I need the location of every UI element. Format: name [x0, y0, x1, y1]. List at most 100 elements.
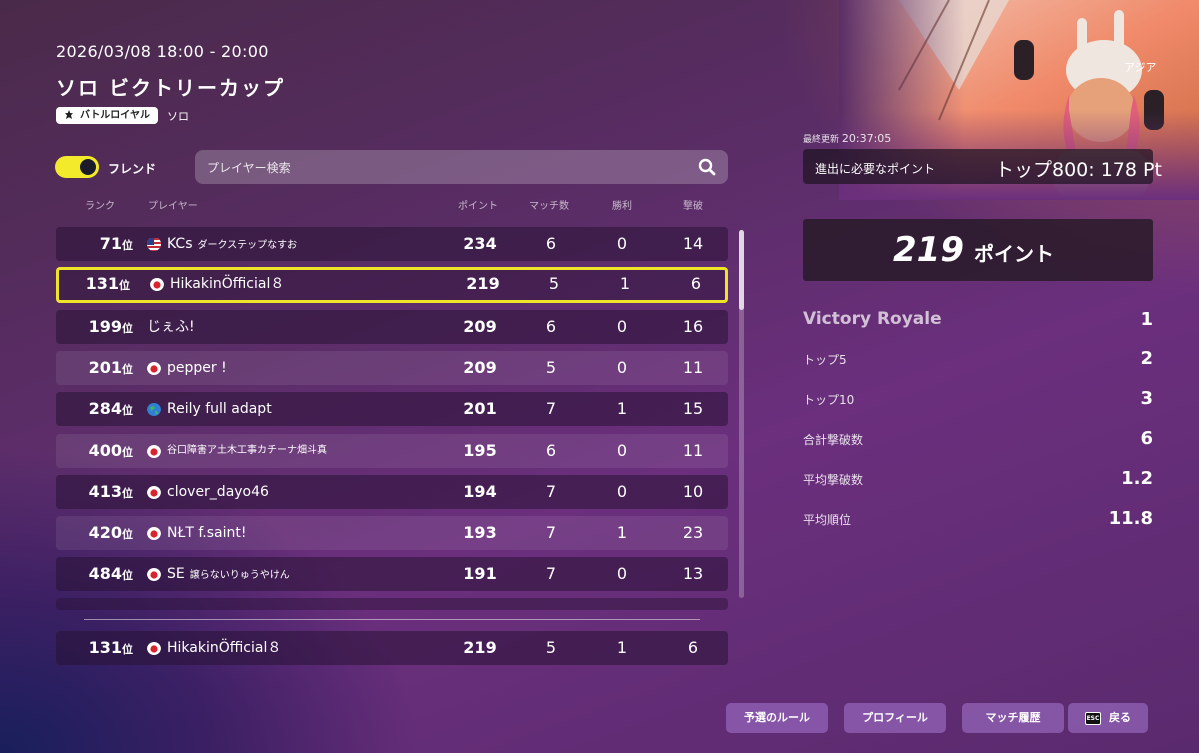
rank-number: 284 [88, 399, 122, 418]
event-datetime: 2026/03/08 18:00 - 20:00 [56, 42, 269, 61]
player-name: HikakinÖfficial８ [167, 640, 282, 656]
wins-cell: 1 [619, 274, 631, 293]
leaderboard-row[interactable]: 199位 じぇふ! 209 6 0 16 [56, 310, 728, 344]
points-cell: 195 [463, 441, 497, 460]
player-name-cell: 谷口障害ア土木工事カチーナ畑斗真 [167, 434, 327, 468]
rank-suffix: 位 [122, 404, 133, 417]
match-history-button[interactable]: マッチ履歴 [962, 703, 1064, 733]
rank-number: 201 [88, 358, 122, 377]
friend-toggle[interactable] [55, 156, 99, 178]
matches-cell: 5 [545, 358, 557, 377]
stat-label-avg-elims: 平均撃破数 [803, 473, 864, 487]
leaderboard-row[interactable]: 131位 HikakinÖfficial８ 219 5 1 6 [56, 267, 728, 303]
player-name: SE [167, 566, 185, 582]
stat-value-top5: 2 [1140, 348, 1153, 369]
rank-cell: 420位 [89, 516, 133, 550]
player-name-cell: NŁT f.saint! [167, 516, 246, 550]
mode-badge: バトルロイヤル [56, 107, 158, 124]
leaderboard-row[interactable]: 413位 clover_dayo46 194 7 0 10 [56, 475, 728, 509]
stat-label-avg-placement: 平均順位 [803, 513, 852, 527]
required-points-value: トップ800: 178 Pt [995, 159, 1162, 181]
stat-label-top10: トップ10 [803, 393, 855, 407]
rank-cell: 199位 [89, 310, 133, 344]
scrollbar-thumb[interactable] [739, 230, 744, 310]
matches-cell: 5 [548, 274, 560, 293]
points-cell: 219 [466, 274, 500, 293]
wins-cell: 0 [616, 358, 628, 377]
header-elims: 撃破 [683, 201, 703, 212]
elims-cell: 14 [682, 234, 704, 253]
player-name-secondary: 谷口障害ア土木工事カチーナ畑斗真 [167, 445, 327, 456]
flag-jp-icon [147, 526, 161, 540]
stat-value-avg-placement: 11.8 [1108, 508, 1153, 529]
matches-cell: 7 [545, 564, 557, 583]
matches-cell: 5 [545, 638, 557, 657]
player-search[interactable] [195, 150, 728, 186]
header-wins: 勝利 [612, 201, 632, 212]
player-name-cell: HikakinÖfficial８ [170, 267, 284, 301]
self-row[interactable]: 131位 HikakinÖfficial８ 219 5 1 6 [56, 631, 728, 665]
player-name-cell: clover_dayo46 [167, 475, 269, 509]
header-points: ポイント [458, 201, 498, 212]
flag-jp-icon [147, 444, 161, 458]
profile-button[interactable]: プロフィール [844, 703, 946, 733]
rank-suffix: 位 [122, 569, 133, 582]
player-name-cell: じぇふ! [147, 310, 195, 344]
player-name-secondary: ダークステップなすお [197, 240, 298, 251]
points-cell: 193 [463, 523, 497, 542]
elims-cell: 15 [682, 399, 704, 418]
stat-label-total-elims: 合計撃破数 [803, 433, 864, 447]
rank-number: 413 [88, 482, 122, 501]
rules-button[interactable]: 予選のルール [726, 703, 828, 733]
self-row-divider [84, 619, 700, 620]
points-cell: 209 [463, 317, 497, 336]
wins-cell: 0 [616, 317, 628, 336]
search-input[interactable] [205, 150, 689, 186]
rank-cell: 201位 [89, 351, 133, 385]
stat-label-victory-royale: Victory Royale [803, 309, 942, 329]
wins-cell: 0 [616, 564, 628, 583]
player-name: NŁT f.saint! [167, 525, 247, 541]
wins-cell: 0 [616, 482, 628, 501]
player-name-cell: HikakinÖfficial８ [167, 631, 281, 665]
friend-toggle-label: フレンド [108, 162, 157, 176]
leaderboard-row[interactable]: 71位 KCs ダークステップなすお 234 6 0 14 [56, 227, 728, 261]
search-icon[interactable] [698, 158, 716, 176]
wins-cell: 0 [616, 234, 628, 253]
matches-cell: 6 [545, 234, 557, 253]
matches-cell: 7 [545, 399, 557, 418]
back-button[interactable]: ESC 戻る [1068, 703, 1148, 733]
points-cell: 234 [463, 234, 497, 253]
points-cell: 201 [463, 399, 497, 418]
player-name-cell: pepper ! [167, 351, 227, 385]
rank-suffix: 位 [119, 279, 130, 292]
rank-number: 400 [88, 441, 122, 460]
player-name-cell: KCs ダークステップなすお [167, 227, 297, 261]
mode-sub-label: ソロ [167, 110, 189, 123]
header-player: プレイヤー [148, 201, 198, 212]
player-name-cell: SE 譲らないりゅうやけん [167, 557, 290, 591]
leaderboard-row[interactable]: 484位 SE 譲らないりゅうやけん 191 7 0 13 [56, 557, 728, 591]
player-name: Reily full adapt [167, 401, 272, 417]
last-updated-label: 最終更新 [803, 135, 840, 145]
player-name: じぇふ! [147, 319, 195, 335]
toggle-knob [80, 159, 96, 175]
wins-cell: 1 [616, 523, 628, 542]
matches-cell: 6 [545, 441, 557, 460]
points-cell: 194 [463, 482, 497, 501]
leaderboard-row[interactable]: 420位 NŁT f.saint! 193 7 1 23 [56, 516, 728, 550]
stat-value-top10: 3 [1140, 388, 1153, 409]
leaderboard-row[interactable]: 284位 Reily full adapt 201 7 1 15 [56, 392, 728, 426]
elims-cell: 6 [690, 274, 702, 293]
rank-number: 131 [88, 638, 122, 657]
stat-label-top5: トップ5 [803, 353, 847, 367]
leaderboard-row[interactable]: 400位 谷口障害ア土木工事カチーナ畑斗真 195 6 0 11 [56, 434, 728, 468]
player-name-secondary: 譲らないりゅうやけん [189, 570, 290, 581]
rank-number: 484 [88, 564, 122, 583]
leaderboard-row-partial[interactable] [56, 598, 728, 610]
esc-key-icon: ESC [1085, 711, 1101, 725]
wins-cell: 1 [616, 399, 628, 418]
leaderboard-row[interactable]: 201位 pepper ! 209 5 0 11 [56, 351, 728, 385]
flag-jp-icon [147, 361, 161, 375]
wins-cell: 0 [616, 441, 628, 460]
